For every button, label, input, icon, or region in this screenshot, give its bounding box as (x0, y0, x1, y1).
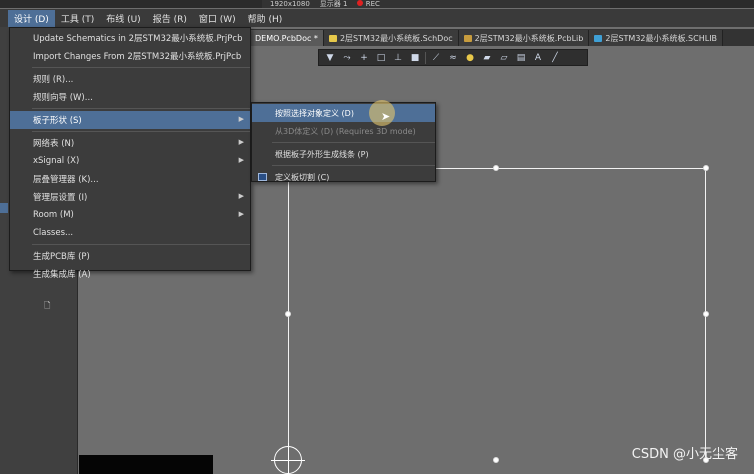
menu-design[interactable]: 设计 (D) (8, 9, 55, 27)
menu-separator (32, 108, 250, 109)
menu-item-make-integrated-library[interactable]: 生成集成库 (A) (10, 265, 250, 283)
menu-tools[interactable]: 工具 (T) (55, 10, 100, 27)
resolution-text: 1920x1080 (270, 0, 310, 8)
menu-separator (32, 244, 250, 245)
diff-pair-icon[interactable]: ≈ (446, 51, 460, 64)
tab-pcbdoc[interactable]: DEMO.PcbDoc * (250, 30, 324, 46)
menu-separator (272, 165, 435, 166)
rec-dot-icon (357, 0, 364, 6)
filter-icon[interactable]: ▼ (323, 51, 337, 64)
schdoc-icon (328, 34, 337, 42)
rec-indicator[interactable]: REC (357, 0, 380, 8)
submenu-define-from-3d: 从3D体定义 (D) (Requires 3D mode) (275, 126, 416, 136)
tab-schdoc[interactable]: 2层STM32最小系统板.SchDoc (323, 30, 459, 46)
submenu-arrow-icon: ▶ (238, 138, 244, 146)
route-icon[interactable]: ⤳ (340, 51, 354, 64)
menu-item-rules[interactable]: 规则 (R)... (10, 70, 250, 88)
text-icon[interactable]: A (531, 51, 545, 64)
submenu-arrow-icon: ▶ (238, 192, 244, 200)
menu-item-rules-wizard[interactable]: 规则向导 (W)... (10, 88, 250, 106)
tab-pcblib[interactable]: 2层STM32最小系统板.PcbLib (458, 30, 590, 46)
menu-item-xsignal[interactable]: xSignal (X) ▶ (10, 152, 250, 170)
display-text: 显示器 1 (319, 0, 348, 8)
keepout-icon[interactable]: ▱ (497, 51, 511, 64)
masked-region (79, 455, 213, 474)
pcblib-icon (463, 34, 472, 42)
menu-item-board-shape[interactable]: 板子形状 (S) ▶ (10, 111, 250, 129)
submenu-define-board-cutout[interactable]: 定义板切割 (C) (252, 168, 435, 186)
watermark: CSDN @小无尘客 (631, 447, 738, 462)
menu-separator (32, 67, 250, 68)
board-outline[interactable] (288, 168, 706, 461)
submenu-create-primitives-from-shape[interactable]: 根据板子外形生成线条 (P) (252, 145, 435, 163)
menu-route[interactable]: 布线 (U) (100, 10, 146, 27)
dimension-icon[interactable]: ▤ (514, 51, 528, 64)
recorder-bar: 1920x1080 显示器 1 REC (262, 0, 610, 8)
menu-item-room[interactable]: Room (M) ▶ (10, 206, 250, 224)
menu-item-netlist[interactable]: 网络表 (N) ▶ (10, 134, 250, 152)
cross-icon[interactable]: + (357, 51, 371, 64)
board-vertex[interactable] (493, 457, 499, 463)
align-icon[interactable]: ⊥ (391, 51, 405, 64)
menu-separator (272, 142, 435, 143)
interactive-route-icon[interactable]: ⟋ (429, 51, 443, 64)
submenu-define-from-selection[interactable]: 按照选择对象定义 (D) (252, 104, 435, 122)
submenu-arrow-icon: ▶ (238, 156, 244, 164)
menu-reports[interactable]: 报告 (R) (147, 10, 193, 27)
polygon-icon[interactable]: ▰ (480, 51, 494, 64)
panel-selection-marker (0, 203, 8, 213)
line-icon[interactable]: ╱ (548, 51, 562, 64)
submenu-arrow-icon: ▶ (238, 115, 244, 123)
menu-help[interactable]: 帮助 (H) (242, 10, 289, 27)
board-vertex[interactable] (493, 165, 499, 171)
document-tabs: DEMO.PcbDoc * 2层STM32最小系统板.SchDoc 2层STM3… (250, 29, 754, 46)
document-icon[interactable]: 🗋 (44, 300, 50, 314)
board-vertex[interactable] (285, 311, 291, 317)
menu-item-update-schematics[interactable]: Update Schematics in 2层STM32最小系统板.PrjPcb (10, 29, 250, 47)
menu-item-make-pcb-library[interactable]: 生成PCB库 (P) (10, 247, 250, 265)
menu-window[interactable]: 窗口 (W) (193, 10, 242, 27)
board-cutout-icon (258, 173, 267, 181)
submenu-arrow-icon: ▶ (238, 210, 244, 218)
menu-item-layer-stack-manager[interactable]: 层叠管理器 (K)... (10, 170, 250, 188)
toolbar-separator (425, 51, 426, 64)
menu-bar: 设计 (D) 工具 (T) 布线 (U) 报告 (R) 窗口 (W) 帮助 (H… (0, 9, 754, 27)
board-vertex[interactable] (703, 165, 709, 171)
origin-marker-icon (271, 443, 305, 474)
board-vertex[interactable] (703, 311, 709, 317)
menu-item-classes[interactable]: Classes... (10, 224, 250, 242)
place-via-icon[interactable]: ● (463, 51, 477, 64)
component-icon[interactable]: ■ (408, 51, 422, 64)
menu-item-manage-layer-sets[interactable]: 管理层设置 (I) ▶ (10, 188, 250, 206)
tab-schlib[interactable]: 2层STM32最小系统板.SCHLIB (589, 30, 724, 46)
active-bar: ▼ ⤳ + □ ⊥ ■ ⟋ ≈ ● ▰ ▱ ▤ A ╱ (318, 49, 588, 66)
mouse-cursor-icon: ➤ (381, 110, 391, 123)
board-shape-submenu: 按照选择对象定义 (D) 从3D体定义 (D) (Requires 3D mod… (251, 102, 436, 182)
select-rect-icon[interactable]: □ (374, 51, 388, 64)
design-menu: Update Schematics in 2层STM32最小系统板.PrjPcb… (9, 27, 251, 280)
menu-item-import-changes[interactable]: Import Changes From 2层STM32最小系统板.PrjPcb (10, 47, 250, 65)
schlib-icon (594, 34, 603, 42)
menu-separator (32, 131, 250, 132)
